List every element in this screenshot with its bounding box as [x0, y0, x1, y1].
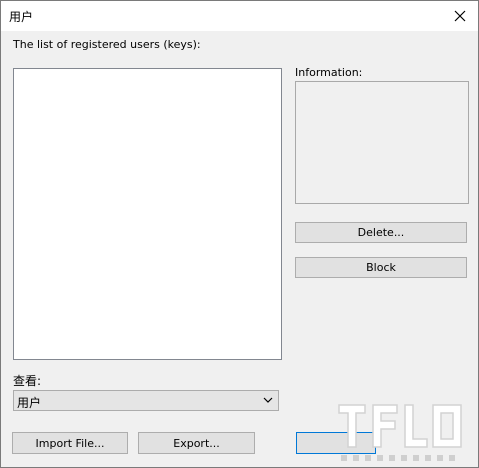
users-listbox[interactable]: [13, 68, 282, 360]
title-bar: 用户: [1, 1, 478, 31]
view-select[interactable]: 用户: [13, 390, 279, 411]
information-label: Information:: [295, 66, 363, 79]
view-select-value: 用户: [17, 396, 42, 410]
block-button[interactable]: Block: [295, 257, 467, 278]
chevron-down-icon: [263, 397, 273, 403]
view-label: 查看:: [13, 374, 42, 388]
close-button[interactable]: [442, 1, 478, 31]
delete-button[interactable]: Delete...: [295, 222, 467, 243]
watermark-logo: [338, 404, 462, 461]
window-title: 用户: [9, 10, 34, 24]
export-button[interactable]: Export...: [138, 432, 255, 454]
import-file-button[interactable]: Import File...: [12, 432, 128, 454]
information-box: [295, 81, 469, 204]
users-list-label: The list of registered users (keys):: [13, 38, 201, 51]
users-dialog: 用户 The list of registered users (keys): …: [0, 0, 479, 468]
close-icon: [454, 10, 466, 22]
